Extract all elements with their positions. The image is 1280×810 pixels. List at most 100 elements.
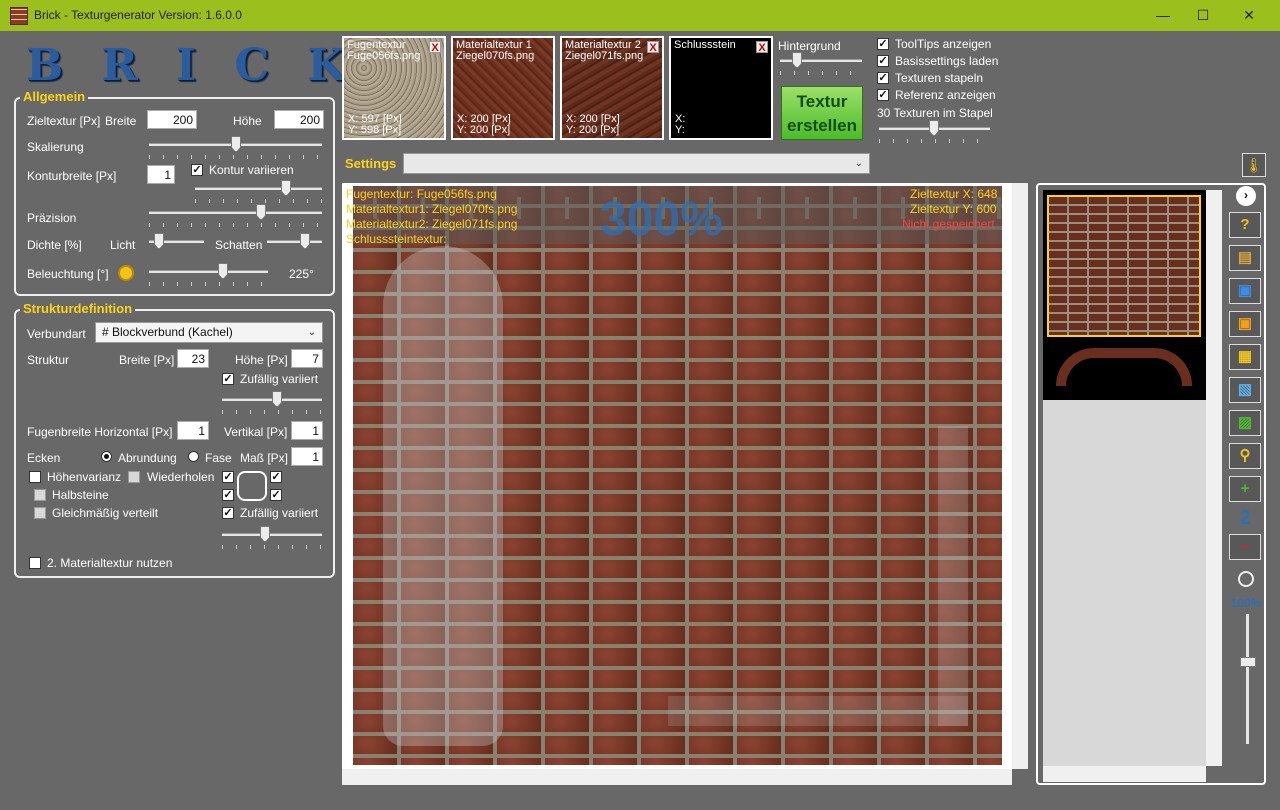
- settings-select[interactable]: ⌄: [403, 153, 870, 174]
- window-title: Brick - Texturgenerator Version: 1.6.0.0: [34, 8, 242, 22]
- help-icon[interactable]: ?: [1229, 212, 1261, 238]
- zoom-overlay: 300%: [600, 193, 723, 246]
- stack-hscroll[interactable]: [1043, 766, 1206, 782]
- ecken-slider-track[interactable]: [222, 533, 322, 536]
- corner-br-checkbox[interactable]: ✓: [270, 489, 282, 501]
- corner-tr-checkbox[interactable]: ✓: [270, 471, 282, 483]
- hoehe-input[interactable]: 200: [274, 110, 324, 129]
- beleuchtung-slider-track[interactable]: [149, 270, 268, 273]
- hoehenvarianz-checkbox[interactable]: [29, 471, 41, 483]
- zufaellig-checkbox[interactable]: ✓: [222, 373, 234, 385]
- tile-file: Fuge056fs.png: [347, 50, 421, 62]
- zoom-slider-track[interactable]: [1246, 614, 1249, 744]
- kontur-label: Konturbreite [Px]: [27, 169, 117, 183]
- hintergrund-slider-thumb[interactable]: [792, 52, 802, 68]
- abrundung-label: Abrundung: [118, 451, 177, 465]
- stack-vscroll[interactable]: [1206, 190, 1222, 766]
- zufaellig2-checkbox[interactable]: ✓: [222, 507, 234, 519]
- image-icon[interactable]: ▧: [1229, 377, 1261, 403]
- kontur-ticks: [195, 199, 322, 203]
- dichte-label: Dichte [%]: [27, 238, 82, 252]
- struktur-breite-input[interactable]: 23: [177, 349, 209, 368]
- overlay-schluss: Schlusssteintextur:: [346, 232, 447, 246]
- save-icon[interactable]: ▣: [1229, 278, 1261, 304]
- maximize-button[interactable]: ☐: [1180, 0, 1226, 31]
- save-as-icon[interactable]: ▣: [1229, 311, 1261, 337]
- halbsteine-checkbox[interactable]: [34, 489, 46, 501]
- tile-y: Y: 200 [Px]: [457, 124, 511, 136]
- fugen-h-label: Fugenbreite Horizontal [Px]: [27, 425, 173, 439]
- overlay-status: Nicht gespeichert: [902, 217, 995, 231]
- ecken-ticks: [222, 545, 322, 549]
- licht-label: Licht: [110, 238, 136, 252]
- fugentextur-tile[interactable]: Fugentextur Fuge056fs.png X X: 597 [Px] Y…: [342, 36, 446, 140]
- verbundart-select[interactable]: # Blockverbund (Kachel) ⌄: [95, 322, 323, 343]
- stack-count: 2: [1239, 507, 1251, 529]
- open-folder-icon[interactable]: ▤: [1229, 245, 1261, 271]
- next-arrow-icon[interactable]: ›: [1236, 186, 1256, 206]
- create-line1: Textur: [796, 92, 848, 111]
- hoehe-label: Höhe: [233, 114, 262, 128]
- struktur-hoehe-input[interactable]: 7: [291, 349, 323, 368]
- corner-bl-checkbox[interactable]: ✓: [222, 489, 234, 501]
- stapel-slider-thumb[interactable]: [929, 120, 939, 136]
- basissettings-checkbox[interactable]: ✓: [877, 55, 889, 67]
- search-icon[interactable]: ⚲: [1229, 443, 1261, 469]
- schatten-label: Schatten: [215, 238, 263, 252]
- schlussstein-tile[interactable]: Schlussstein X X: Y:: [669, 36, 773, 140]
- gleichmaessig-checkbox[interactable]: [34, 507, 46, 519]
- mass-input[interactable]: 1: [291, 447, 323, 466]
- zoom-slider-thumb[interactable]: [1240, 657, 1256, 667]
- corner-tl-checkbox[interactable]: ✓: [222, 471, 234, 483]
- wiederholen-checkbox[interactable]: [128, 471, 140, 483]
- viewer-vscroll[interactable]: [1012, 183, 1028, 769]
- fugen-h-input[interactable]: 1: [177, 421, 209, 440]
- texture-canvas[interactable]: [353, 186, 1002, 765]
- halbsteine-label: Halbsteine: [52, 488, 109, 502]
- verbundart-label: Verbundart: [27, 327, 86, 341]
- brick-logo: BRICK: [26, 40, 384, 91]
- fase-radio[interactable]: [188, 451, 199, 462]
- materialtextur2-tile[interactable]: Materialtextur 2 Ziegel071fs.png X X: 20…: [560, 36, 664, 140]
- kontur-input[interactable]: 1: [147, 165, 175, 184]
- create-line2: erstellen: [787, 116, 857, 135]
- tooltips-checkbox[interactable]: ✓: [877, 38, 889, 50]
- close-button[interactable]: ✕: [1226, 0, 1272, 31]
- remove-texture-button[interactable]: X: [756, 41, 768, 54]
- overlay-material2: Materialtextur2: Ziegel071fs.png: [346, 217, 518, 231]
- stapel-ticks: [879, 139, 990, 143]
- tiles-icon[interactable]: ▦: [1229, 344, 1261, 370]
- stack-item-selected[interactable]: [1047, 195, 1201, 337]
- vertikal-input[interactable]: 1: [291, 421, 323, 440]
- remove-icon[interactable]: −: [1229, 534, 1261, 560]
- stapel-count-label: 30 Texturen im Stapel: [877, 106, 993, 120]
- thermometer-icon[interactable]: 🌡: [1242, 153, 1266, 177]
- remove-texture-button[interactable]: X: [429, 41, 441, 54]
- abrundung-radio[interactable]: [101, 451, 112, 462]
- breite-input[interactable]: 200: [147, 110, 197, 129]
- material2-checkbox[interactable]: [29, 557, 41, 569]
- overlay-ziel-y: Zieltextur Y: 600: [910, 202, 997, 216]
- textur-erstellen-button[interactable]: Textur erstellen: [781, 86, 863, 140]
- app-icon: [10, 7, 28, 25]
- ecken-label: Ecken: [27, 451, 61, 465]
- materialtextur1-tile[interactable]: Materialtextur 1 Ziegel070fs.png X: 200 …: [451, 36, 555, 140]
- viewer-hscroll[interactable]: [342, 769, 1012, 785]
- add-icon[interactable]: +: [1229, 476, 1261, 502]
- schatten-slider-track[interactable]: [267, 240, 322, 243]
- export-icon[interactable]: ▨: [1229, 410, 1261, 436]
- verbundart-value: # Blockverbund (Kachel): [102, 325, 233, 339]
- sun-icon[interactable]: [118, 265, 134, 281]
- referenz-checkbox[interactable]: ✓: [877, 89, 889, 101]
- kontur-variieren-checkbox[interactable]: ✓: [191, 164, 203, 176]
- mass-label: Maß [Px]: [240, 451, 289, 465]
- stack-item-arch[interactable]: [1056, 348, 1192, 386]
- praezision-slider-track[interactable]: [149, 211, 322, 214]
- allgemein-title: Allgemein: [20, 89, 89, 104]
- stapeln-checkbox[interactable]: ✓: [877, 72, 889, 84]
- zufaellig2-label: Zufällig variiert: [240, 506, 319, 520]
- remove-texture-button[interactable]: X: [647, 41, 659, 54]
- struktur-group: [14, 309, 335, 578]
- kontur-slider-track[interactable]: [195, 187, 322, 190]
- gleichmaessig-label: Gleichmäßig verteilt: [52, 506, 159, 520]
